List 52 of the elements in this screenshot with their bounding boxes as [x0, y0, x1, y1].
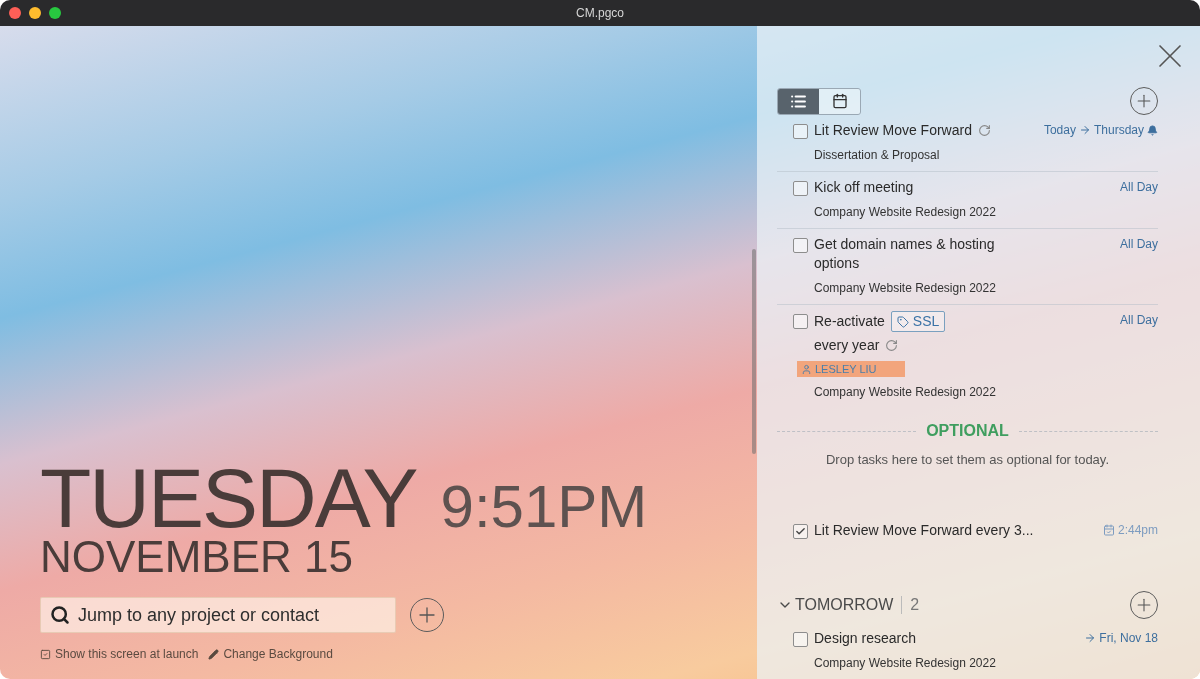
tag-icon: [896, 315, 909, 328]
task-title: Lit Review Move Forward: [814, 121, 972, 140]
due-date: All Day: [1120, 313, 1158, 327]
search-icon: [50, 605, 70, 625]
project-name: Company Website Redesign 2022: [814, 205, 997, 219]
assignee-label: LESLEY LIU: [797, 361, 905, 377]
task-checkbox[interactable]: [793, 632, 808, 647]
scrollbar[interactable]: [752, 249, 756, 454]
due-date: All Day: [1120, 237, 1158, 251]
task-title: Kick off meeting: [814, 178, 914, 197]
list-icon: [790, 92, 807, 110]
minimize-button[interactable]: [29, 7, 41, 19]
task-checkbox[interactable]: [793, 314, 808, 329]
hint-text: Drop tasks here to set them as optional for today.: [825, 452, 1110, 467]
project-name: Company Website Redesign 2022: [814, 385, 997, 399]
task-count: 2: [901, 596, 920, 614]
section-title: OPTIONAL: [926, 422, 1009, 440]
calendar-icon: [831, 93, 848, 109]
tomorrow-toggle[interactable]: TOMORROW: [777, 596, 894, 614]
show-at-launch-checkbox[interactable]: Show this screen at launch: [40, 647, 199, 661]
list-view-tab[interactable]: [778, 88, 819, 114]
zoom-button[interactable]: [49, 7, 61, 19]
search-field[interactable]: Jump to any project or contact: [40, 597, 396, 633]
checkbox-icon: [40, 648, 51, 660]
tag-chip: SSL: [890, 311, 946, 332]
pencil-icon: [208, 648, 220, 660]
task-checkbox[interactable]: [793, 238, 808, 253]
task-checkbox[interactable]: [793, 524, 808, 539]
time-text: 9:51PM: [440, 472, 648, 541]
due-date: Today Thursday: [1043, 123, 1158, 137]
calendar-view-tab[interactable]: [819, 88, 860, 114]
arrow-icon: [1084, 632, 1097, 644]
task-title: Re-activate: [814, 312, 885, 331]
task-title: Design research: [814, 629, 916, 648]
task-checkbox[interactable]: [793, 124, 808, 139]
check-icon: [795, 526, 806, 537]
due-date: All Day: [1120, 180, 1158, 194]
window-title: CM.pgco: [575, 6, 625, 20]
person-icon: [801, 363, 812, 375]
task-title: Lit Review Move Forward every 3...: [814, 521, 1034, 540]
project-name: Company Website Redesign 2022: [814, 281, 997, 295]
calendar-icon: [1102, 524, 1115, 536]
due-time: 2:44pm: [1102, 523, 1158, 537]
project-name: Dissertation & Proposal: [814, 148, 941, 162]
task-title: every year: [814, 336, 880, 355]
arrow-icon: [1078, 124, 1091, 136]
change-background-link[interactable]: Change Background: [208, 647, 333, 661]
task-title: Get domain names & hosting options: [814, 235, 996, 273]
task-checkbox[interactable]: [793, 181, 808, 196]
due-date: Fri, Nov 18: [1084, 631, 1158, 645]
project-name: Company Website Redesign 2022: [814, 656, 997, 670]
close-window-button[interactable]: [9, 7, 21, 19]
